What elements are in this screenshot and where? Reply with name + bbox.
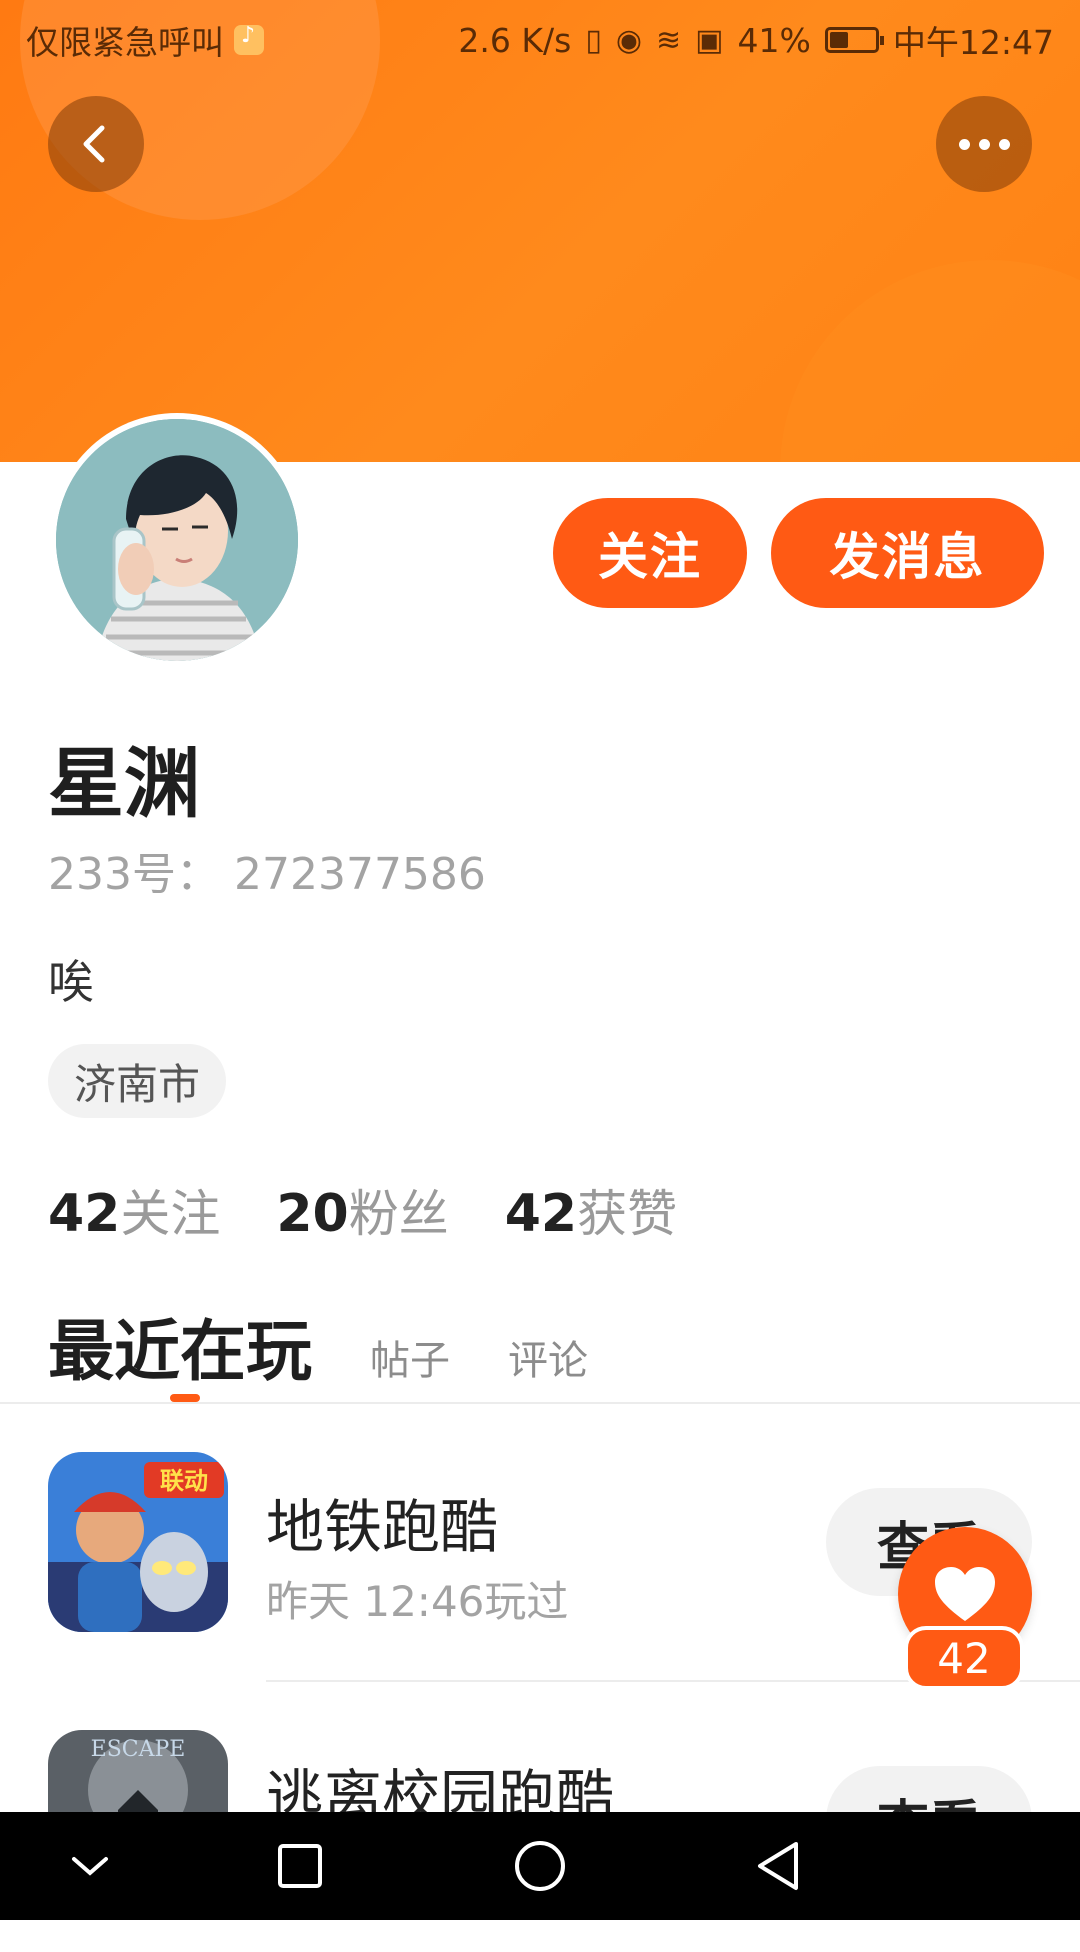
user-bio: 唉 <box>48 955 94 1009</box>
nav-back-button[interactable] <box>746 1834 810 1898</box>
user-id: 233号： 272377586 <box>48 849 486 900</box>
music-app-icon <box>234 23 264 55</box>
stat-number: 42 <box>48 1184 121 1244</box>
game-icon-badge: 联动 <box>160 1467 208 1495</box>
back-button[interactable] <box>48 96 144 192</box>
tab-recently-played[interactable]: 最近在玩 <box>48 1298 312 1394</box>
chevron-left-icon <box>83 125 105 163</box>
game-name: 地铁跑酷 <box>266 1493 499 1561</box>
user-name: 星渊 <box>48 739 200 828</box>
system-nav-bar <box>0 1812 1080 1920</box>
send-message-button[interactable]: 发消息 <box>771 498 1044 608</box>
stat-number: 20 <box>276 1184 349 1244</box>
tab-posts[interactable]: 帖子 <box>370 1328 450 1386</box>
carrier-text: 仅限紧急呼叫 <box>26 23 224 62</box>
network-speed: 2.6 K/s <box>458 20 572 60</box>
stats-row: 42 关注 20 粉丝 42 获赞 <box>48 1174 677 1246</box>
square-icon <box>278 1844 322 1888</box>
more-options-button[interactable] <box>936 96 1032 192</box>
heart-icon <box>935 1567 995 1621</box>
content-tabs: 最近在玩 帖子 评论 <box>48 1298 588 1394</box>
stat-label: 粉丝 <box>348 1185 449 1243</box>
nav-collapse-button[interactable] <box>58 1834 122 1898</box>
game-last-played: 昨天 12:46玩过 <box>266 1577 569 1626</box>
banner-decoration <box>780 260 1080 462</box>
nav-recents-button[interactable] <box>268 1834 332 1898</box>
tab-comments[interactable]: 评论 <box>508 1328 588 1386</box>
clock: 中午12:47 <box>892 23 1054 62</box>
stat-fans[interactable]: 20 粉丝 <box>276 1174 448 1246</box>
nav-home-button[interactable] <box>508 1834 572 1898</box>
battery-level <box>829 32 848 48</box>
triangle-back-icon <box>758 1842 798 1890</box>
status-bar: 仅限紧急呼叫 2.6 K/s ▯ ◉ ≋ ▣ 41% 中午12:47 <box>0 0 1080 76</box>
avatar-image <box>56 419 298 661</box>
battery-icon <box>824 27 884 53</box>
stat-label: 获赞 <box>577 1185 678 1243</box>
avatar[interactable] <box>50 413 304 667</box>
eye-icon: ◉ <box>615 22 643 58</box>
battery-percent: 41% <box>737 20 811 60</box>
game-icon-subway-surfers: 联动 <box>48 1452 228 1632</box>
sim-alert-icon: ▣ <box>695 22 724 58</box>
wifi-icon: ≋ <box>656 22 682 58</box>
follow-button[interactable]: 关注 <box>553 498 747 608</box>
vibrate-icon: ▯ <box>585 22 602 58</box>
stat-following[interactable]: 42 关注 <box>48 1174 220 1246</box>
more-dots-icon <box>958 138 1010 150</box>
circle-icon <box>515 1841 565 1891</box>
stat-number: 42 <box>504 1184 578 1244</box>
active-tab-indicator <box>170 1394 200 1402</box>
stat-likes[interactable]: 42 获赞 <box>505 1174 677 1246</box>
game-icon-badge: ESCAPE <box>91 1737 186 1762</box>
like-count-badge: 42 <box>904 1626 1024 1690</box>
chevron-down-icon <box>72 1857 108 1876</box>
stat-label: 关注 <box>120 1185 221 1243</box>
location-tag: 济南市 <box>48 1044 227 1118</box>
profile-header-banner: 仅限紧急呼叫 2.6 K/s ▯ ◉ ≋ ▣ 41% 中午12:47 <box>0 0 1080 462</box>
